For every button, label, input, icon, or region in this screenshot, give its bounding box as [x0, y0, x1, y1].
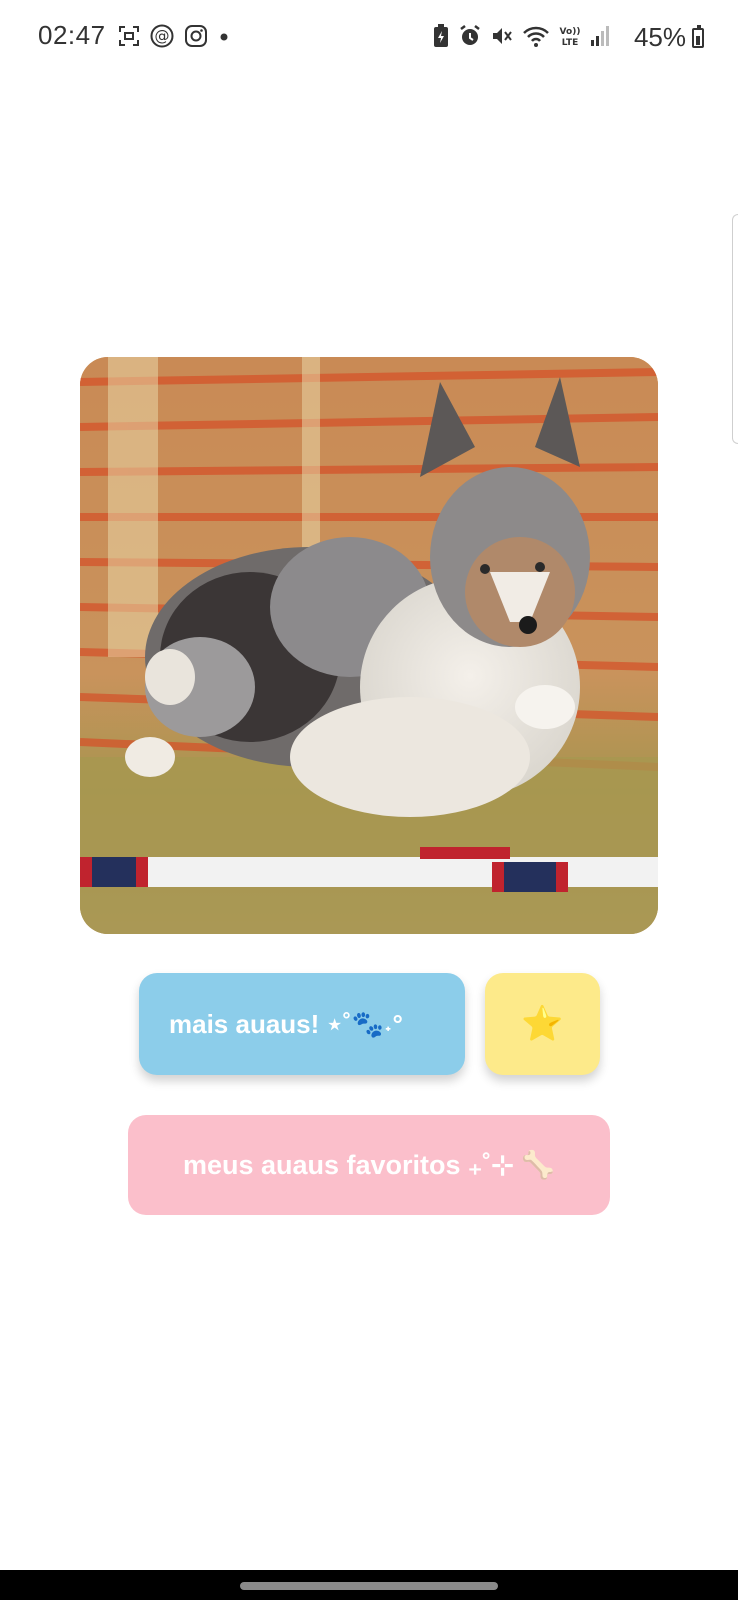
dog-photo-illustration [80, 357, 658, 934]
dog-photo [80, 357, 658, 934]
status-left-icons: @ [118, 24, 230, 53]
battery-icon [692, 25, 704, 48]
svg-text:Vo)): Vo)) [560, 27, 581, 37]
mute-icon [490, 24, 514, 53]
alarm-icon [458, 24, 482, 53]
svg-text:LTE: LTE [562, 38, 579, 48]
navigation-bar [0, 1570, 738, 1600]
edge-panel-handle[interactable] [732, 214, 738, 444]
signal-icon [590, 25, 610, 52]
status-bar: 02:47 @ Vo)) LTE 45% [0, 0, 738, 80]
battery-saver-icon [432, 24, 450, 53]
my-favorites-label: meus auaus favoritos ₊˚⊹ 🦴 [182, 1150, 556, 1180]
instagram-icon [184, 24, 208, 53]
my-favorites-button[interactable]: meus auaus favoritos ₊˚⊹ 🦴 [128, 1115, 610, 1215]
home-gesture-pill[interactable] [240, 1582, 498, 1590]
star-icon: ⭐ [521, 1005, 564, 1043]
more-dogs-button[interactable]: mais auaus! ⋆˚🐾˖° [139, 973, 465, 1075]
threads-icon: @ [150, 24, 174, 53]
more-dogs-label: mais auaus! ⋆˚🐾˖° [169, 1008, 403, 1039]
svg-text:@: @ [155, 27, 170, 45]
dot-icon [218, 30, 230, 48]
wifi-icon [522, 24, 550, 53]
battery-percentage: 45% [633, 22, 686, 52]
favorite-star-button[interactable]: ⭐ [485, 973, 600, 1075]
status-time: 02:47 [38, 20, 106, 50]
volte-icon: Vo)) LTE [558, 24, 582, 53]
screenshot-icon [118, 25, 140, 52]
status-right-icons: Vo)) LTE [432, 24, 610, 53]
